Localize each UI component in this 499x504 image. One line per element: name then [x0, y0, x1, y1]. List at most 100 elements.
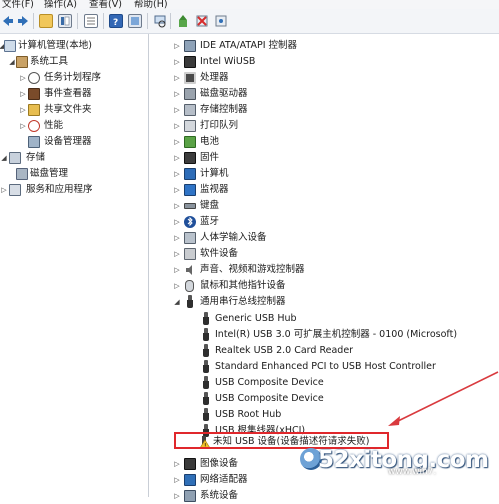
expanded-arrow-icon[interactable]: ◢: [173, 294, 181, 310]
tree-item-label: 存储: [26, 152, 46, 163]
collapsed-arrow-icon[interactable]: ▷: [173, 150, 181, 166]
disk-drive-icon: [184, 88, 196, 100]
storage-controller-icon: [184, 104, 196, 116]
category-keyboard[interactable]: ▷ 键盘: [149, 198, 499, 214]
hid-icon: [184, 232, 196, 244]
tree-item-task-scheduler[interactable]: ▷ 任务计划程序: [0, 70, 148, 86]
tree-item-performance[interactable]: ▷ 性能: [0, 118, 148, 134]
category-label: 监视器: [200, 184, 229, 195]
usb-device-item[interactable]: Realtek USB 2.0 Card Reader: [149, 343, 499, 359]
tree-item-event-viewer[interactable]: ▷ 事件查看器: [0, 86, 148, 102]
collapsed-arrow-icon[interactable]: ▷: [0, 182, 8, 198]
collapsed-arrow-icon[interactable]: ▷: [173, 134, 181, 150]
collapsed-arrow-icon[interactable]: ▷: [173, 456, 181, 472]
extra-view-icon[interactable]: [128, 14, 142, 28]
collapsed-arrow-icon[interactable]: ▷: [173, 70, 181, 86]
help-icon[interactable]: ?: [109, 14, 123, 28]
uninstall-device-icon[interactable]: [214, 14, 228, 28]
wiusb-icon: [184, 56, 196, 68]
collapsed-arrow-icon[interactable]: ▷: [19, 102, 27, 118]
tree-item-label: 任务计划程序: [44, 72, 102, 83]
usb-device-label: Generic USB Hub: [215, 313, 297, 324]
expanded-arrow-icon[interactable]: ◢: [0, 150, 8, 166]
collapsed-arrow-icon[interactable]: ▷: [173, 38, 181, 54]
category-processor[interactable]: ▷ 处理器: [149, 70, 499, 86]
firmware-icon: [184, 152, 196, 164]
watermark-subtext: www.win7.: [388, 467, 437, 477]
collapsed-arrow-icon[interactable]: ▷: [173, 488, 181, 504]
ide-controller-icon: [184, 40, 196, 52]
bluetooth-icon: [184, 216, 196, 228]
collapsed-arrow-icon[interactable]: ▷: [173, 198, 181, 214]
category-usb-controllers[interactable]: ◢ 通用串行总线控制器: [149, 294, 499, 310]
category-network-adapter[interactable]: ▷ 网络适配器: [149, 472, 499, 488]
properties-icon[interactable]: [84, 14, 98, 28]
services-icon: [9, 184, 21, 196]
usb-device-icon: [203, 408, 209, 421]
back-icon[interactable]: [1, 14, 15, 28]
collapsed-arrow-icon[interactable]: ▷: [173, 182, 181, 198]
usb-controller-icon: [187, 295, 193, 308]
tree-item-device-manager[interactable]: 设备管理器: [0, 134, 148, 150]
category-label: Intel WiUSB: [200, 56, 256, 67]
menu-action[interactable]: 操作(A): [44, 0, 77, 9]
menu-view[interactable]: 查看(V): [89, 0, 122, 9]
tree-item-label: 服务和应用程序: [26, 184, 93, 195]
up-folder-icon[interactable]: [39, 14, 53, 28]
scan-hardware-icon[interactable]: [153, 14, 167, 28]
category-label: 计算机: [200, 168, 229, 179]
tree-item-shared-folders[interactable]: ▷ 共享文件夹: [0, 102, 148, 118]
tree-item-system-tools[interactable]: ◢ 系统工具: [0, 54, 148, 70]
collapsed-arrow-icon[interactable]: ▷: [173, 230, 181, 246]
collapsed-arrow-icon[interactable]: ▷: [19, 70, 27, 86]
collapsed-arrow-icon[interactable]: ▷: [173, 118, 181, 134]
category-label: 鼠标和其他指针设备: [200, 280, 286, 291]
tree-item-computer-management[interactable]: ◢ 计算机管理(本地): [0, 38, 148, 54]
collapsed-arrow-icon[interactable]: ▷: [173, 102, 181, 118]
category-computer[interactable]: ▷ 计算机: [149, 166, 499, 182]
category-label: 软件设备: [200, 248, 239, 259]
show-hide-tree-icon[interactable]: [58, 14, 72, 28]
category-firmware[interactable]: ▷ 固件: [149, 150, 499, 166]
collapsed-arrow-icon[interactable]: ▷: [173, 166, 181, 182]
category-label: 人体学输入设备: [200, 232, 267, 243]
collapsed-arrow-icon[interactable]: ▷: [173, 54, 181, 70]
performance-icon: [28, 120, 40, 132]
menu-help[interactable]: 帮助(H): [134, 0, 168, 9]
category-print-queue[interactable]: ▷ 打印队列: [149, 118, 499, 134]
category-battery[interactable]: ▷ 电池: [149, 134, 499, 150]
category-wiusb[interactable]: ▷ Intel WiUSB: [149, 54, 499, 70]
category-sound[interactable]: ▷ 声音、视频和游戏控制器: [149, 262, 499, 278]
expanded-arrow-icon[interactable]: ◢: [8, 54, 16, 70]
collapsed-arrow-icon[interactable]: ▷: [19, 86, 27, 102]
collapsed-arrow-icon[interactable]: ▷: [173, 472, 181, 488]
category-system-device[interactable]: ▷ 系统设备: [149, 488, 499, 504]
collapsed-arrow-icon[interactable]: ▷: [173, 278, 181, 294]
category-software-device[interactable]: ▷ 软件设备: [149, 246, 499, 262]
clock-icon: [28, 72, 40, 84]
category-bluetooth[interactable]: ▷ 蓝牙: [149, 214, 499, 230]
collapsed-arrow-icon[interactable]: ▷: [173, 86, 181, 102]
category-hid[interactable]: ▷ 人体学输入设备: [149, 230, 499, 246]
collapsed-arrow-icon[interactable]: ▷: [173, 246, 181, 262]
category-mouse[interactable]: ▷ 鼠标和其他指针设备: [149, 278, 499, 294]
usb-device-item[interactable]: Intel(R) USB 3.0 可扩展主机控制器 - 0100 (Micros…: [149, 327, 499, 343]
update-driver-icon[interactable]: [176, 14, 190, 28]
collapsed-arrow-icon[interactable]: ▷: [19, 118, 27, 134]
category-label: 系统设备: [200, 490, 239, 501]
menu-file[interactable]: 文件(F): [2, 0, 34, 9]
category-storage-controller[interactable]: ▷ 存储控制器: [149, 102, 499, 118]
tree-item-storage[interactable]: ◢ 存储: [0, 150, 148, 166]
category-monitor[interactable]: ▷ 监视器: [149, 182, 499, 198]
tree-item-disk-management[interactable]: 磁盘管理: [0, 166, 148, 182]
collapsed-arrow-icon[interactable]: ▷: [173, 214, 181, 230]
forward-icon[interactable]: [16, 14, 30, 28]
usb-device-item[interactable]: Generic USB Hub: [149, 311, 499, 327]
category-disk-drive[interactable]: ▷ 磁盘驱动器: [149, 86, 499, 102]
tree-item-services-apps[interactable]: ▷ 服务和应用程序: [0, 182, 148, 198]
category-label: 电池: [200, 136, 220, 147]
category-ide-controller[interactable]: ▷ IDE ATA/ATAPI 控制器: [149, 38, 499, 54]
collapsed-arrow-icon[interactable]: ▷: [173, 262, 181, 278]
category-label: 图像设备: [200, 458, 239, 469]
disable-device-icon[interactable]: [195, 14, 209, 28]
